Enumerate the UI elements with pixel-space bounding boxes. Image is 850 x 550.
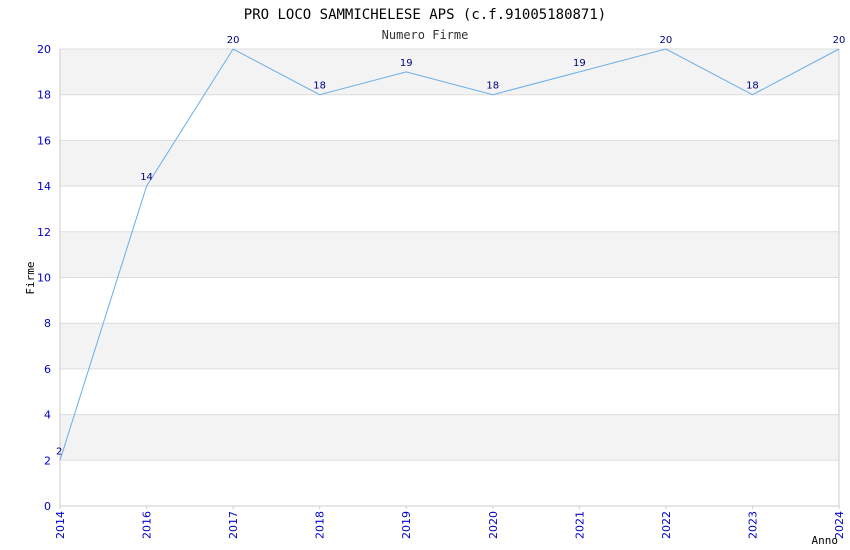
data-label: 20 bbox=[660, 35, 673, 46]
y-tick-label: 18 bbox=[37, 89, 51, 102]
x-tick-label: 2022 bbox=[660, 511, 673, 539]
y-tick-label: 16 bbox=[37, 134, 51, 147]
x-axis-label: Anno bbox=[812, 534, 839, 547]
data-label: 18 bbox=[313, 81, 326, 92]
y-tick-label: 10 bbox=[37, 272, 51, 285]
y-tick-label: 2 bbox=[44, 454, 51, 467]
x-tick-label: 2023 bbox=[746, 511, 759, 539]
x-tick-label: 2016 bbox=[141, 511, 154, 539]
grid-bands bbox=[60, 49, 839, 461]
grid-band bbox=[60, 323, 839, 369]
chart-subtitle: Numero Firme bbox=[382, 28, 469, 42]
data-label: 14 bbox=[140, 172, 153, 183]
x-tick-label: 2019 bbox=[400, 511, 413, 539]
y-tick-labels: 0 2 4 6 8 10 12 14 16 18 20 bbox=[37, 43, 51, 513]
y-tick-label: 20 bbox=[37, 43, 51, 56]
y-tick-label: 6 bbox=[44, 363, 51, 376]
y-tick-label: 4 bbox=[44, 409, 51, 422]
x-tick-label: 2014 bbox=[54, 511, 67, 539]
grid-band bbox=[60, 414, 839, 461]
x-tick-label: 2021 bbox=[573, 511, 586, 539]
x-tick-labels: 2014 2016 2017 2018 2019 2020 2021 2022 2023 2024 bbox=[54, 506, 846, 539]
chart-title: PRO LOCO SAMMICHELESE APS (c.f.910051808… bbox=[244, 7, 606, 23]
y-tick-label: 14 bbox=[37, 180, 51, 193]
data-label: 19 bbox=[573, 58, 586, 69]
y-tick-label: 8 bbox=[44, 317, 51, 330]
data-label: 19 bbox=[400, 58, 413, 69]
x-tick-label: 2017 bbox=[227, 511, 240, 539]
data-label: 20 bbox=[227, 35, 240, 46]
grid-band bbox=[60, 49, 839, 95]
data-label: 2 bbox=[56, 446, 62, 457]
data-label: 18 bbox=[486, 81, 499, 92]
data-label: 20 bbox=[833, 35, 846, 46]
data-label: 18 bbox=[746, 81, 759, 92]
y-tick-label: 0 bbox=[44, 500, 51, 513]
y-axis-label: Firme bbox=[24, 261, 37, 294]
y-tick-label: 12 bbox=[37, 226, 51, 239]
grid-band bbox=[60, 231, 839, 278]
x-tick-label: 2020 bbox=[487, 511, 500, 539]
grid-band bbox=[60, 140, 839, 187]
x-tick-label: 2018 bbox=[314, 511, 327, 539]
line-chart: 02468101214161820 2014 2016 2017 2018 2019 20… bbox=[24, 7, 846, 547]
